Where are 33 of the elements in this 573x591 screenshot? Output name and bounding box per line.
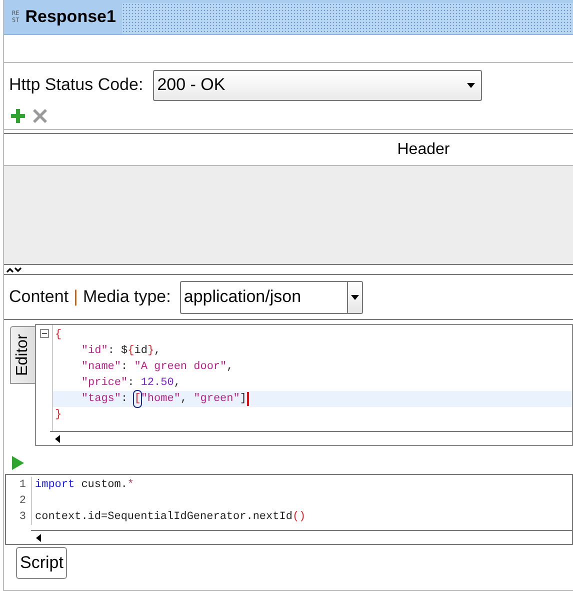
script-editor[interactable]: 1 import custom.* 2 3 context.id=SequentialIdGenerator.nextId() bbox=[5, 474, 573, 545]
code-line: "id": ${id}, bbox=[80, 344, 162, 359]
add-icon[interactable] bbox=[11, 109, 25, 123]
column-header: Header bbox=[397, 140, 450, 158]
splitter-arrows-icon[interactable] bbox=[6, 266, 22, 272]
line-number: 2 bbox=[6, 493, 32, 509]
editor-tab[interactable]: Editor bbox=[10, 326, 35, 384]
content-label: Content bbox=[9, 287, 69, 307]
code-line: { bbox=[54, 328, 63, 343]
run-icon[interactable] bbox=[12, 456, 24, 470]
code-editor[interactable]: { "id": ${id}, "name": "A green door", "price": 12.50, "tags": ["home", "green"] } bbox=[35, 324, 573, 446]
dropdown-caret-icon bbox=[467, 82, 476, 88]
code-line: "name": "A green door", bbox=[80, 360, 234, 375]
code-line: "price": 12.50, bbox=[80, 376, 182, 391]
code-line: import custom.* bbox=[34, 478, 134, 493]
status-code-dropdown[interactable]: 200 - OK bbox=[153, 70, 482, 100]
code-line: } bbox=[54, 408, 63, 423]
code-line: context.id=SequentialIdGenerator.nextId() bbox=[34, 510, 306, 525]
horizontal-scrollbar[interactable] bbox=[31, 530, 572, 544]
media-type-dropdown[interactable]: application/json bbox=[180, 280, 363, 314]
dropdown-caret-icon bbox=[350, 294, 359, 300]
fold-icon[interactable] bbox=[40, 329, 49, 338]
separator: | bbox=[74, 287, 78, 307]
line-number: 1 bbox=[6, 477, 32, 493]
line-number: 3 bbox=[6, 509, 32, 525]
delete-icon[interactable] bbox=[33, 109, 47, 123]
window-title: Response1 bbox=[25, 7, 117, 27]
horizontal-scrollbar[interactable] bbox=[50, 431, 572, 445]
script-tab[interactable]: Script bbox=[16, 547, 68, 579]
scroll-left-icon[interactable] bbox=[54, 434, 60, 442]
scroll-left-icon[interactable] bbox=[35, 534, 41, 542]
status-code-label: Http Status Code: bbox=[9, 75, 144, 95]
media-type-label: Media type: bbox=[82, 287, 171, 307]
